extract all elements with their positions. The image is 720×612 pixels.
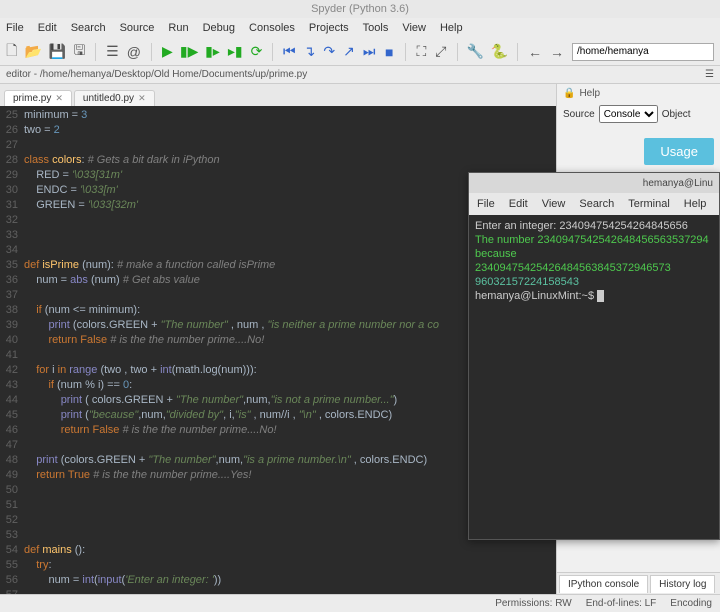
terminal-body[interactable]: Enter an integer: 234094754254264845656T… — [469, 215, 719, 539]
tab-prime-py[interactable]: prime.py✕ — [4, 90, 72, 106]
save-icon[interactable]: 💾 — [49, 44, 65, 60]
window-title: Spyder (Python 3.6) — [0, 0, 720, 18]
editor-tabs: prime.py✕untitled0.py✕ — [0, 84, 556, 106]
save-all-icon[interactable]: 🖫 — [73, 44, 85, 60]
bottom-tabs: IPython consoleHistory log — [557, 572, 720, 594]
menu-view[interactable]: View — [402, 22, 426, 34]
status-bar: Permissions: RW End-of-lines: LF Encodin… — [0, 594, 720, 612]
run-selection-icon[interactable]: ▸▮ — [228, 44, 243, 60]
term-menu-view[interactable]: View — [542, 198, 566, 210]
bottom-tab-ipython-console[interactable]: IPython console — [559, 575, 648, 593]
term-menu-help[interactable]: Help — [684, 198, 707, 210]
terminal-title: hemanya@Linu — [469, 173, 719, 193]
close-icon[interactable]: ✕ — [55, 93, 63, 104]
usage-heading: Usage — [644, 138, 714, 165]
debug-over-icon[interactable]: ↷ — [323, 44, 335, 60]
term-menu-file[interactable]: File — [477, 198, 495, 210]
run-icon[interactable]: ▶ — [162, 44, 173, 60]
term-menu-search[interactable]: Search — [579, 198, 614, 210]
debug-stop-icon[interactable]: ■ — [383, 44, 394, 60]
debug-out-icon[interactable]: ↗ — [343, 44, 355, 60]
help-title: Help — [579, 88, 600, 99]
maximize-icon[interactable]: ⛶ — [416, 44, 427, 60]
terminal-window[interactable]: hemanya@Linu File Edit View Search Terminal H… — [468, 172, 720, 540]
object-label: Object — [662, 109, 691, 120]
menu-edit[interactable]: Edit — [38, 22, 57, 34]
tab-untitled0-py[interactable]: untitled0.py✕ — [74, 90, 155, 106]
source-label: Source — [563, 109, 595, 120]
menu-projects[interactable]: Projects — [309, 22, 349, 34]
list-icon[interactable]: ☰ — [106, 44, 119, 60]
menu-search[interactable]: Search — [71, 22, 106, 34]
toolbar: 🗋 📂 💾 🖫 ☰ @ ▶ ▮▶ ▮▸ ▸▮ ⟳ ⏮ ↴ ↷ ↗ ⏭ ■ ⛶ ⤢… — [0, 38, 720, 66]
forward-icon[interactable]: → — [550, 44, 564, 60]
preferences-icon[interactable]: 🔧 — [467, 44, 483, 60]
editor-path-header: editor - /home/hemanya/Desktop/Old Home/… — [0, 66, 720, 84]
close-icon[interactable]: ✕ — [138, 93, 146, 104]
source-select[interactable]: Console — [599, 105, 658, 123]
at-icon[interactable]: @ — [127, 44, 141, 60]
term-menu-edit[interactable]: Edit — [509, 198, 528, 210]
menu-file[interactable]: File — [6, 22, 24, 34]
menu-source[interactable]: Source — [120, 22, 155, 34]
rerun-icon[interactable]: ⟳ — [251, 44, 263, 60]
open-icon[interactable]: 📂 — [25, 44, 41, 60]
debug-step-icon[interactable]: ⏮ — [283, 44, 296, 60]
menu-bar: File Edit Search Source Run Debug Consoles Proj… — [0, 18, 720, 38]
menu-debug[interactable]: Debug — [203, 22, 235, 34]
working-dir-input[interactable] — [572, 43, 714, 61]
debug-continue-icon[interactable]: ⏭ — [363, 44, 376, 60]
lock-icon: 🔒 — [563, 88, 575, 99]
menu-run[interactable]: Run — [168, 22, 188, 34]
new-file-icon[interactable]: 🗋 — [6, 44, 17, 60]
menu-consoles[interactable]: Consoles — [249, 22, 295, 34]
back-icon[interactable]: ← — [528, 44, 542, 60]
fullscreen-icon[interactable]: ⤢ — [435, 44, 446, 60]
menu-tools[interactable]: Tools — [363, 22, 389, 34]
python-path-icon[interactable]: 🐍 — [491, 44, 507, 60]
run-cell-advance-icon[interactable]: ▮▸ — [205, 44, 220, 60]
debug-into-icon[interactable]: ↴ — [304, 44, 316, 60]
options-icon[interactable]: ☰ — [705, 69, 714, 80]
term-menu-terminal[interactable]: Terminal — [628, 198, 670, 210]
menu-help[interactable]: Help — [440, 22, 463, 34]
run-cell-icon[interactable]: ▮▶ — [181, 44, 197, 60]
terminal-menu: File Edit View Search Terminal Help — [469, 193, 719, 215]
bottom-tab-history-log[interactable]: History log — [650, 575, 715, 593]
